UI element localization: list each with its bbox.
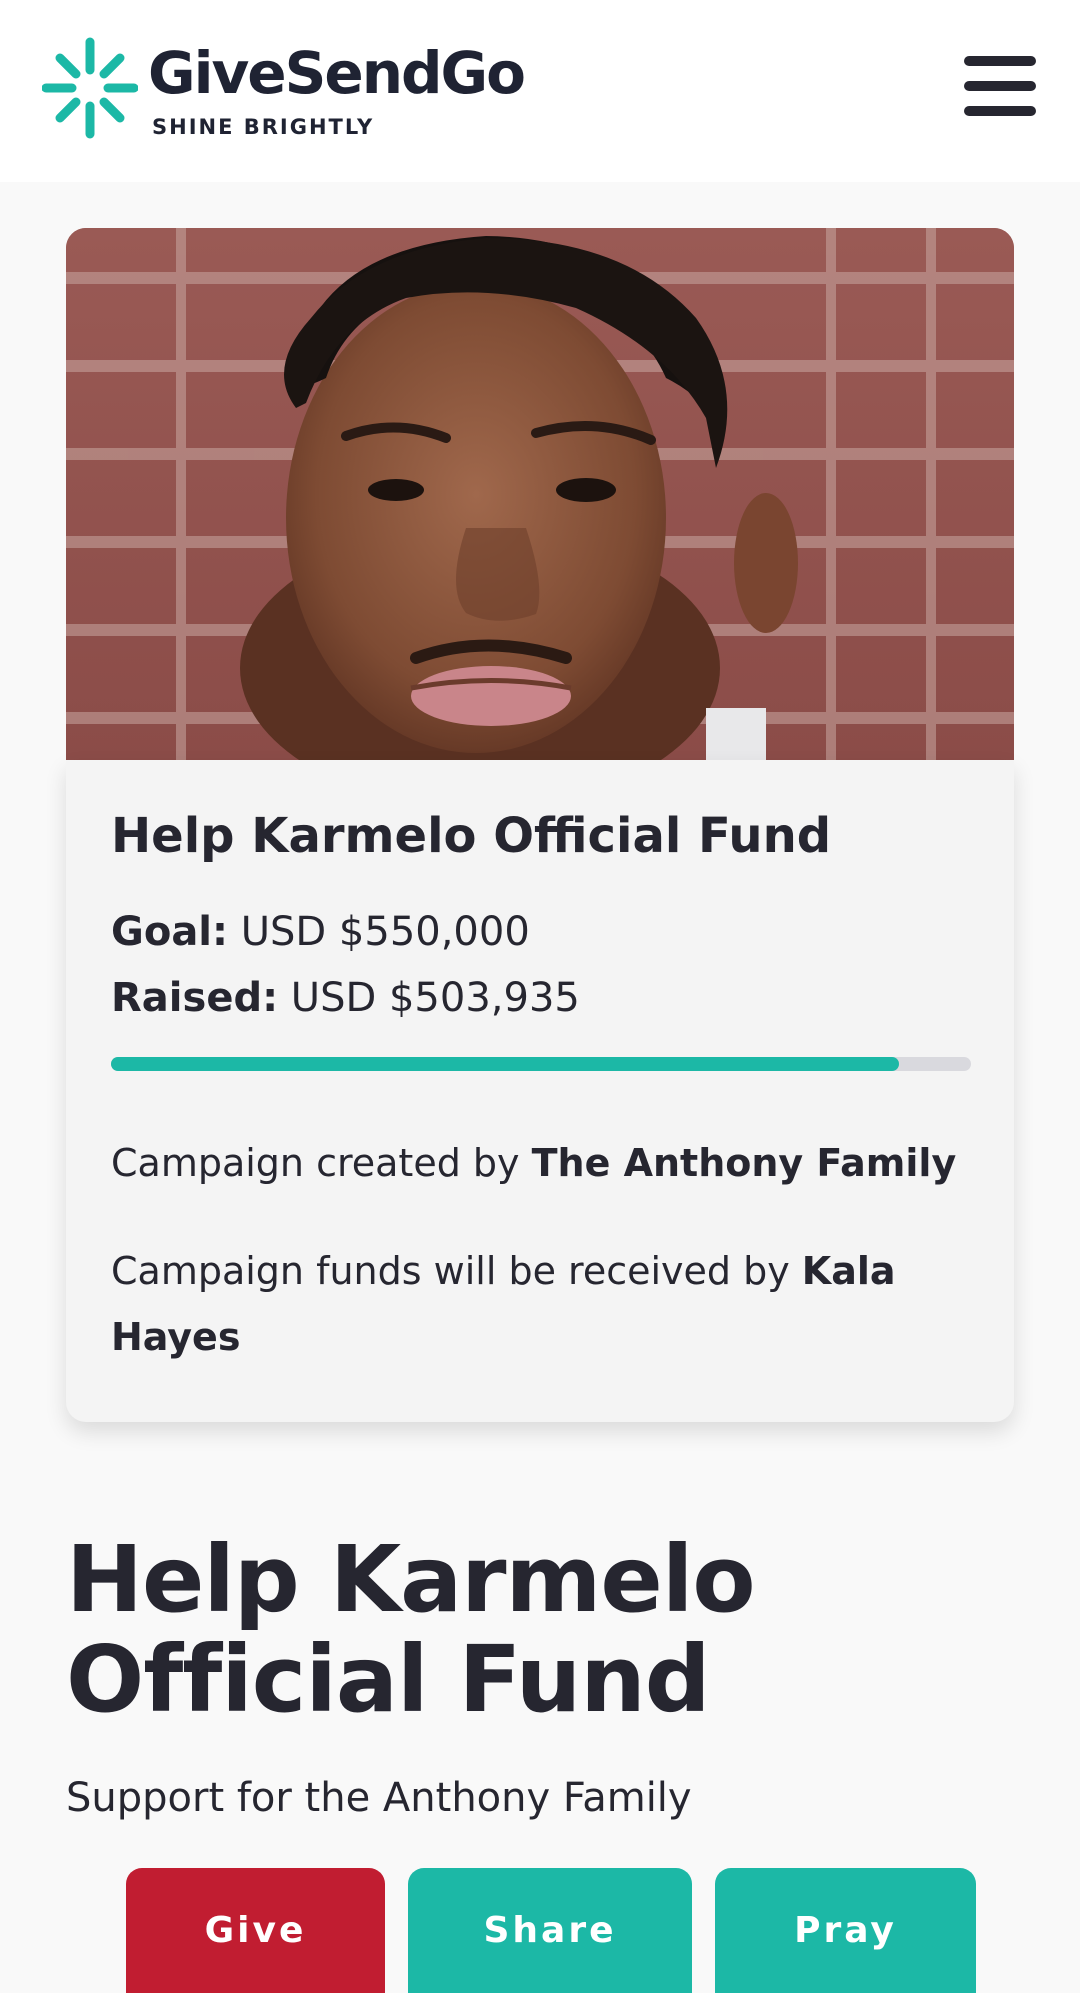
raised-label: Raised: [111, 975, 279, 1021]
page-title: Help Karmelo Official Fund [66, 1526, 756, 1733]
campaign-summary-card: Help Karmelo Official Fund Goal: USD $55… [66, 760, 1014, 1422]
portrait-photo [66, 228, 1014, 760]
goal-label: Goal: [111, 909, 229, 955]
share-button[interactable]: Share [408, 1868, 692, 1993]
campaign-recipient-line: Campaign funds will be received by Kala … [111, 1238, 971, 1370]
creator-name[interactable]: The Anthony Family [532, 1141, 957, 1185]
campaign-card-title: Help Karmelo Official Fund [111, 808, 832, 864]
site-header: GiveSendGo SHINE BRIGHTLY [0, 0, 1080, 182]
creator-prefix: Campaign created by [111, 1141, 532, 1185]
brand-tagline: SHINE BRIGHTLY [152, 115, 375, 139]
fundraising-progress-bar [111, 1057, 971, 1071]
raised-value: USD $503,935 [290, 975, 580, 1021]
brand-name[interactable]: GiveSendGo [148, 44, 526, 102]
pray-button[interactable]: Pray [715, 1868, 976, 1993]
give-button[interactable]: Give [126, 1868, 385, 1993]
recipient-prefix: Campaign funds will be received by [111, 1249, 802, 1293]
campaign-creator-line: Campaign created by The Anthony Family [111, 1130, 971, 1196]
page-subtitle: Support for the Anthony Family [66, 1775, 692, 1821]
goal-row: Goal: USD $550,000 [111, 910, 530, 954]
progress-bar-fill [111, 1057, 899, 1071]
goal-value: USD $550,000 [240, 909, 530, 955]
sunburst-logo-icon[interactable] [42, 36, 138, 140]
hamburger-icon [964, 56, 1036, 66]
raised-row: Raised: USD $503,935 [111, 976, 580, 1020]
campaign-hero-image [66, 228, 1014, 760]
hamburger-menu-button[interactable] [960, 52, 1036, 120]
